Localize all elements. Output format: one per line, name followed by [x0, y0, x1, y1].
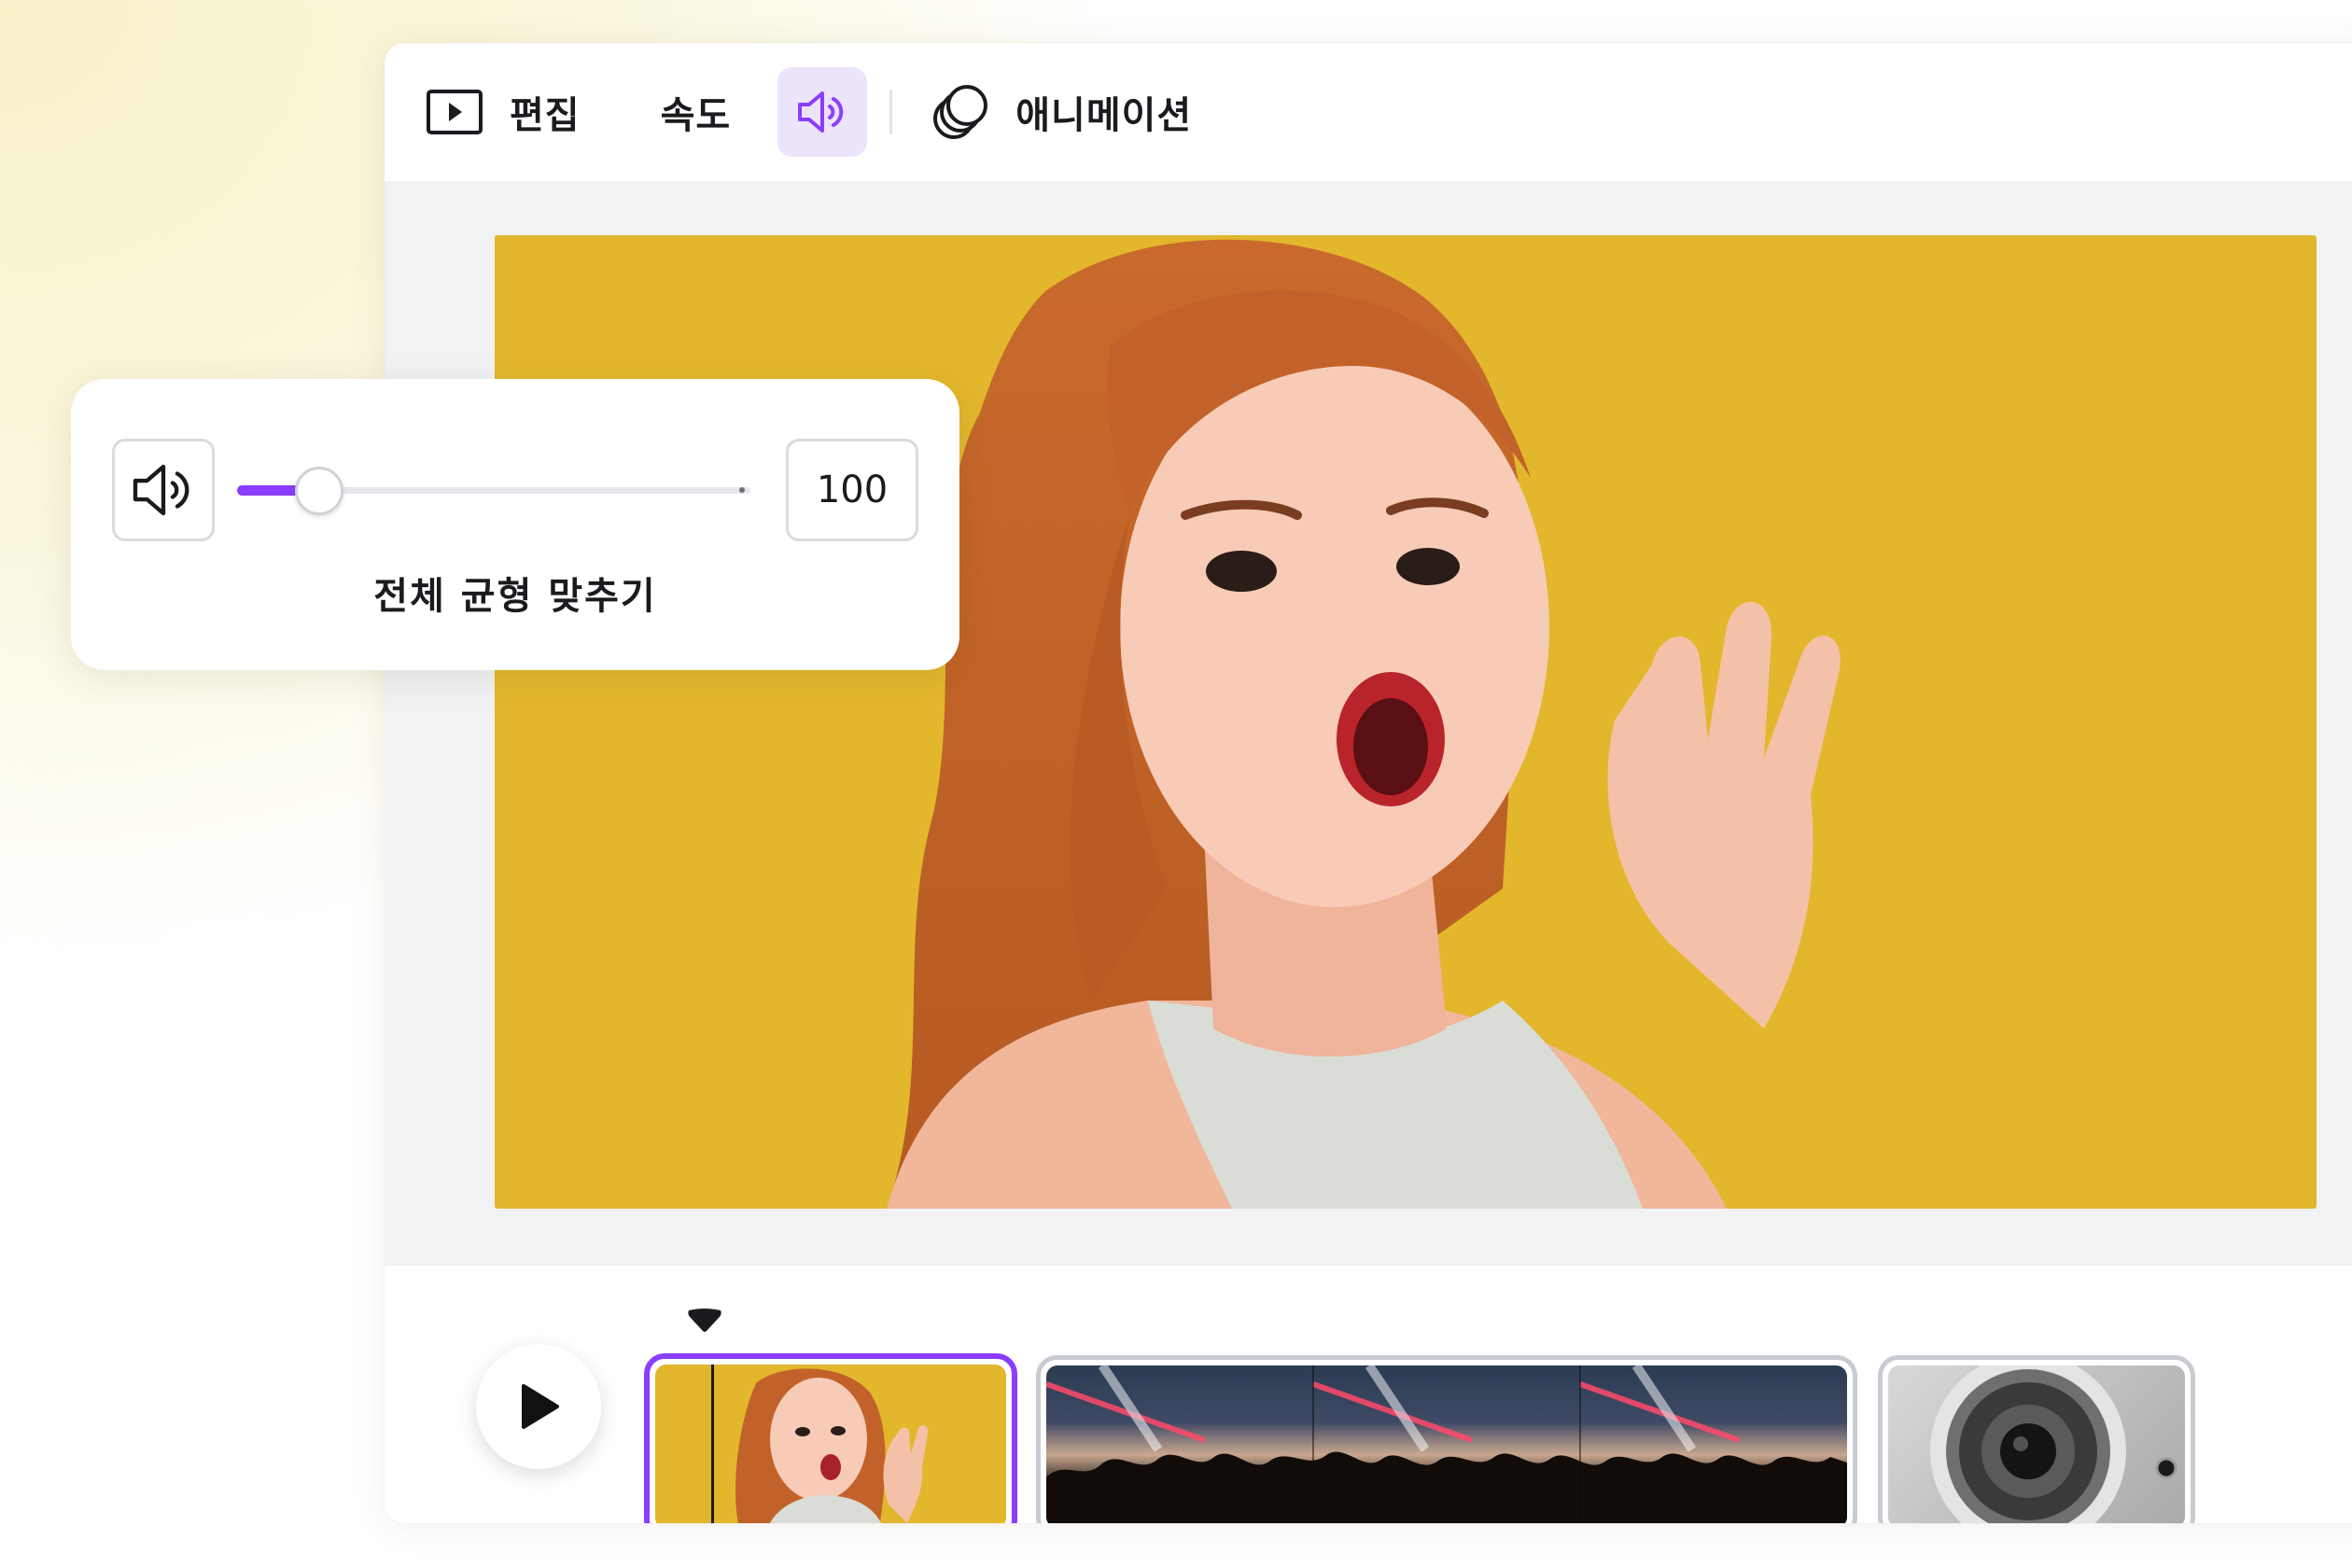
timeline-clip-woman[interactable]	[644, 1353, 1017, 1523]
balance-all-button[interactable]: 전체 균형 맞추기	[71, 566, 959, 620]
slider-thumb[interactable]	[295, 467, 343, 515]
play-icon	[522, 1384, 559, 1429]
edit-tab[interactable]: 편집	[426, 67, 581, 157]
play-square-icon	[427, 90, 483, 134]
editor-window: 편집 속도 애니메이션	[385, 43, 2352, 1523]
clip-cursor-line	[711, 1365, 714, 1523]
volume-value-input[interactable]: 100	[786, 439, 918, 541]
timeline	[385, 1266, 2352, 1523]
toolbar-divider	[889, 90, 893, 134]
animation-circles-icon	[933, 85, 988, 139]
speaker-icon	[133, 464, 189, 516]
volume-popover: 100 전체 균형 맞추기	[71, 379, 959, 670]
editor-toolbar: 편집 속도 애니메이션	[385, 43, 2352, 181]
speaker-thumbnail	[1930, 1365, 2177, 1523]
speaker-icon	[798, 91, 844, 133]
woman-thumbnail	[735, 1368, 929, 1523]
speed-tab-label: 속도	[660, 94, 732, 137]
slider-end-dot	[739, 487, 745, 493]
play-button[interactable]	[476, 1344, 601, 1469]
playhead-icon	[688, 1309, 721, 1332]
timeline-clip-concert[interactable]	[1036, 1355, 1857, 1523]
clip-thumbnail	[1046, 1365, 1847, 1523]
animation-tab[interactable]: 애니메이션	[930, 67, 1192, 157]
edit-tab-label: 편집	[510, 94, 581, 137]
mute-toggle-button[interactable]	[112, 439, 215, 541]
clip-thumbnail	[655, 1365, 1006, 1523]
concert-thumbnail	[1046, 1365, 1847, 1523]
clip-thumbnail	[1888, 1365, 2185, 1523]
volume-tab[interactable]	[777, 67, 868, 157]
speed-tab[interactable]: 속도	[661, 67, 732, 157]
volume-slider[interactable]	[228, 467, 750, 515]
timeline-clip-speaker[interactable]	[1878, 1355, 2195, 1523]
animation-tab-label: 애니메이션	[1015, 94, 1193, 137]
